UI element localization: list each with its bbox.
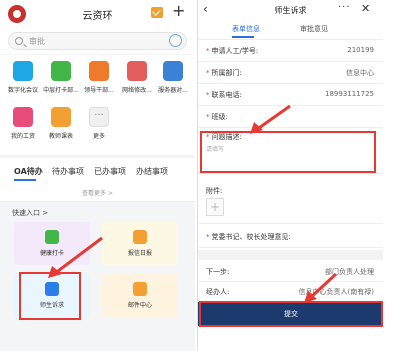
tab-oa-todo[interactable]: OA待办: [14, 166, 43, 177]
app-label: 教师课表: [48, 133, 73, 140]
app-grid: 数字化会议 中层打卡部... 领导干部... 网络修改... 服务器对... 我…: [0, 55, 195, 155]
field-opinion: * 党委书记、校长处理意见:: [198, 226, 383, 248]
tile-mail-center[interactable]: 邮件中心: [102, 274, 178, 317]
field-value[interactable]: 信息中心: [346, 68, 374, 78]
app-network[interactable]: 网络修改...: [118, 61, 156, 94]
tab-underline: [232, 36, 254, 38]
plus-icon[interactable]: +: [172, 3, 185, 19]
tab-underline: [14, 179, 36, 181]
annotation-arrow: [250, 104, 291, 134]
search-placeholder: 审批: [29, 37, 45, 46]
field-handler[interactable]: 经办人: 信息中心负责人(南有禄): [198, 282, 383, 302]
field-department: * 所属部门: 信息中心: [198, 62, 383, 84]
app-label: 网络修改...: [122, 87, 152, 94]
close-icon[interactable]: ✕: [361, 2, 370, 15]
field-attachment: 附件: +: [198, 182, 383, 224]
app-label: 更多: [92, 133, 105, 140]
daily-report-icon: [133, 230, 147, 244]
field-next-step[interactable]: 下一步: 部门负责人处理: [198, 262, 383, 282]
app-server[interactable]: 服务器对...: [154, 61, 192, 94]
field-label: * 党委书记、校长处理意见:: [206, 233, 291, 241]
annotation-arrow: [48, 236, 103, 278]
app-label: 中层打卡部...: [43, 87, 79, 94]
app-label: 我的工资: [10, 133, 35, 140]
timetable-icon: [51, 107, 71, 127]
search-input[interactable]: 审批: [8, 32, 187, 50]
field-value[interactable]: 18993111725: [325, 90, 374, 98]
app-timetable[interactable]: 教师课表: [42, 107, 80, 140]
tab-form-info[interactable]: 表单信息: [232, 24, 260, 34]
more-icon: ···: [89, 107, 109, 127]
highlight-box: [200, 131, 376, 173]
tab-approval[interactable]: 审批意见: [300, 24, 328, 34]
divider: [198, 250, 383, 260]
server-icon: [163, 61, 183, 81]
field-label: * 联系电话:: [206, 91, 242, 99]
tile-label: 邮件中心: [127, 302, 152, 309]
app-title: 云资环: [82, 11, 113, 22]
todo-tabs: OA待办 待办事项 已办事项 办结事项 查看更多 >: [0, 158, 195, 202]
view-more-link[interactable]: 查看更多 >: [0, 188, 195, 197]
app-label: 服务器对...: [158, 87, 188, 94]
next-step-label: 下一步:: [206, 268, 230, 276]
app-more[interactable]: ··· 更多: [80, 107, 118, 140]
checkin-icon: [51, 61, 71, 81]
field-label: * 申请人工/学号:: [206, 47, 259, 55]
page-margin: [383, 0, 393, 351]
tab-todo[interactable]: 待办事项: [52, 166, 84, 177]
search-icon: [15, 37, 23, 45]
tile-label: 报信日报: [127, 250, 152, 257]
app-meeting[interactable]: 数字化会议: [4, 61, 42, 94]
salary-icon: [13, 107, 33, 127]
field-applicant-id: * 申请人工/学号: 210199: [198, 40, 383, 62]
tile-daily-report[interactable]: 报信日报: [102, 222, 178, 265]
more-icon[interactable]: ···: [338, 2, 351, 13]
highlight-box: [199, 301, 383, 327]
attachment-label: 附件:: [206, 187, 223, 195]
quick-entry-label[interactable]: 快速入口 >: [12, 208, 48, 218]
tab-done[interactable]: 已办事项: [94, 166, 126, 177]
left-phone-screen: 云资环 + 审批 数字化会议 中层打卡部... 领导干部... 网络修改...: [0, 0, 195, 351]
leader-icon: [89, 61, 109, 81]
field-label: * 班级:: [206, 113, 228, 121]
app-checkin[interactable]: 中层打卡部...: [42, 61, 80, 94]
add-attachment-button[interactable]: +: [206, 198, 224, 216]
app-leader[interactable]: 领导干部...: [80, 61, 118, 94]
mail-center-icon: [133, 282, 147, 296]
meeting-icon: [13, 61, 33, 81]
form-header: ‹ 师生诉求 ··· ✕: [198, 0, 383, 20]
network-icon: [127, 61, 147, 81]
mail-icon[interactable]: [151, 7, 163, 18]
quick-entry-header: 快速入口 >: [0, 202, 195, 222]
annotation-arrow: [304, 272, 338, 303]
right-phone-screen: ‹ 师生诉求 ··· ✕ 表单信息 审批意见 * 申请人工/学号: 210199 …: [197, 0, 383, 351]
app-salary[interactable]: 我的工资: [4, 107, 42, 140]
form-tabs: 表单信息 审批意见: [198, 20, 383, 40]
app-header: 云资环 +: [0, 0, 195, 28]
voice-icon[interactable]: [169, 34, 182, 47]
tab-finished[interactable]: 办结事项: [136, 166, 168, 177]
search-bar: 审批: [0, 28, 195, 54]
form-title: 师生诉求: [274, 6, 307, 15]
app-label: 领导干部...: [84, 87, 114, 94]
handler-label: 经办人:: [206, 288, 230, 296]
app-label: 数字化会议: [7, 87, 38, 94]
field-label: * 所属部门:: [206, 69, 242, 77]
field-value[interactable]: 210199: [347, 46, 374, 54]
